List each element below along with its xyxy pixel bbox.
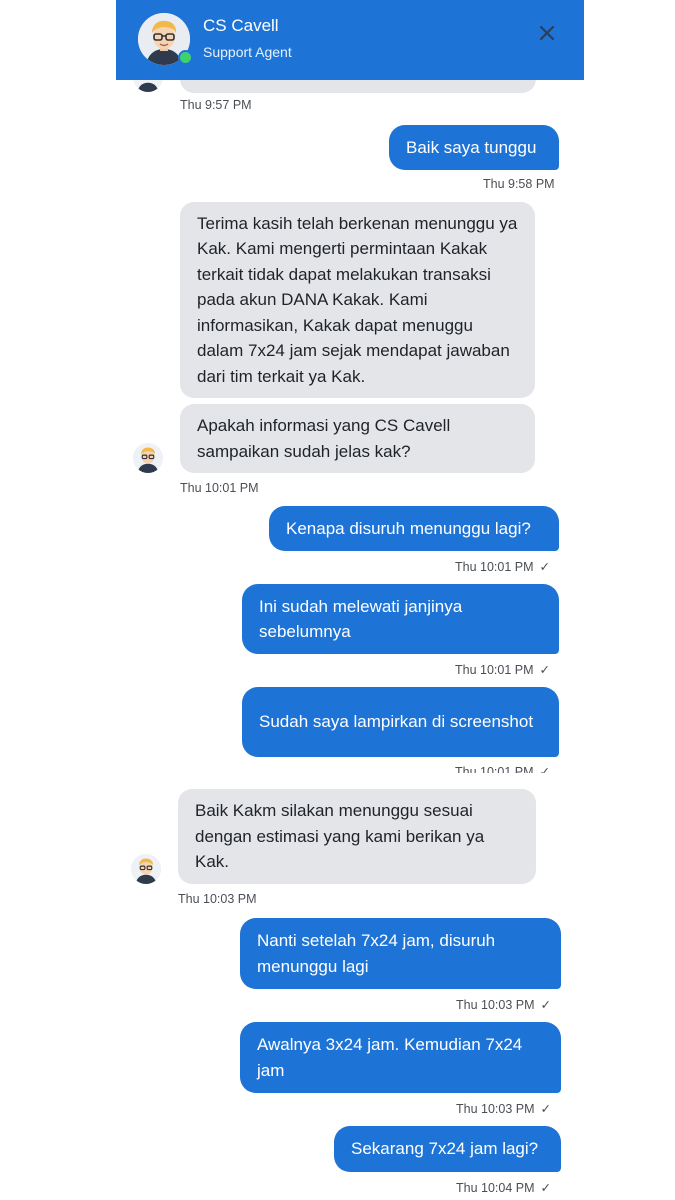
user-message-bubble: Ini sudah melewati janjinya sebelumnya <box>242 584 559 654</box>
message-timestamp: Thu 10:01 PM ✓ <box>455 662 550 677</box>
close-icon[interactable] <box>536 22 558 44</box>
message-text: Kenapa disuruh menunggu lagi? <box>286 518 531 538</box>
read-check-icon: ✓ <box>540 1181 551 1195</box>
user-message-bubble: Baik saya tunggu <box>389 125 559 170</box>
read-check-icon: ✓ <box>539 560 550 574</box>
agent-avatar-small <box>133 443 163 473</box>
agent-message-bubble: Terima kasih telah berkenan menunggu ya … <box>180 202 535 398</box>
timestamp-text: Thu 10:01 PM <box>455 765 534 773</box>
read-check-icon: ✓ <box>540 1102 551 1116</box>
message-timestamp: Thu 10:01 PM <box>180 481 259 495</box>
message-timestamp: Thu 10:03 PM ✓ <box>456 997 551 1012</box>
message-text: Ini sudah melewati janjinya sebelumnya <box>259 596 463 642</box>
message-text: Nanti setelah 7x24 jam, disuruh menunggu… <box>257 931 496 976</box>
read-check-icon: ✓ <box>539 765 550 773</box>
message-text: Awalnya 3x24 jam. Kemudian 7x24 jam <box>257 1035 523 1080</box>
user-message-bubble: Kenapa disuruh menunggu lagi? <box>269 506 559 551</box>
agent-avatar-small <box>131 854 161 884</box>
read-check-icon: ✓ <box>540 998 551 1012</box>
read-check-icon: ✓ <box>539 663 550 677</box>
message-timestamp: Thu 10:01 PM ✓ <box>455 764 550 773</box>
timestamp-text: Thu 10:01 PM <box>455 560 534 574</box>
message-timestamp: Thu 10:04 PM ✓ <box>456 1180 551 1195</box>
agent-name: CS Cavell <box>203 16 279 35</box>
timestamp-text: Thu 10:03 PM <box>456 998 535 1012</box>
user-message-bubble: Nanti setelah 7x24 jam, disuruh menunggu… <box>240 918 561 989</box>
timestamp-text: Thu 10:03 PM <box>456 1102 535 1116</box>
user-message-bubble: Sekarang 7x24 jam lagi? <box>334 1126 561 1172</box>
user-message-bubble: Awalnya 3x24 jam. Kemudian 7x24 jam <box>240 1022 561 1093</box>
agent-message-bubble: Baik Kakm silakan menunggu sesuai dengan… <box>178 789 536 884</box>
message-text: Baik Kakm silakan menunggu sesuai dengan… <box>195 801 485 872</box>
message-text: Sudah saya lampirkan di screenshot <box>259 712 534 732</box>
chat-header: CS Cavell Support Agent <box>116 0 584 80</box>
message-timestamp: Thu 10:01 PM ✓ <box>455 559 550 574</box>
message-text: Terima kasih telah berkenan menunggu ya … <box>197 213 518 386</box>
message-timestamp: Thu 10:03 PM <box>178 892 257 906</box>
message-text: Apakah informasi yang CS Cavell sampaika… <box>197 416 451 461</box>
timestamp-text: Thu 10:04 PM <box>456 1181 535 1195</box>
chat-window: CS Cavell Support Agent Thu 9:57 PM Baik… <box>0 0 675 1200</box>
message-text: Sekarang 7x24 jam lagi? <box>351 1139 539 1159</box>
agent-role: Support Agent <box>203 44 292 60</box>
timestamp-text: Thu 10:01 PM <box>455 663 534 677</box>
message-timestamp: Thu 9:57 PM <box>180 98 252 112</box>
message-text: Baik saya tunggu <box>406 137 537 157</box>
message-timestamp: Thu 9:58 PM <box>483 177 555 191</box>
message-timestamp: Thu 10:03 PM ✓ <box>456 1101 551 1116</box>
agent-message-bubble: Apakah informasi yang CS Cavell sampaika… <box>180 404 535 473</box>
online-status-dot <box>178 50 193 65</box>
user-message-bubble: Sudah saya lampirkan di screenshot <box>242 687 559 757</box>
